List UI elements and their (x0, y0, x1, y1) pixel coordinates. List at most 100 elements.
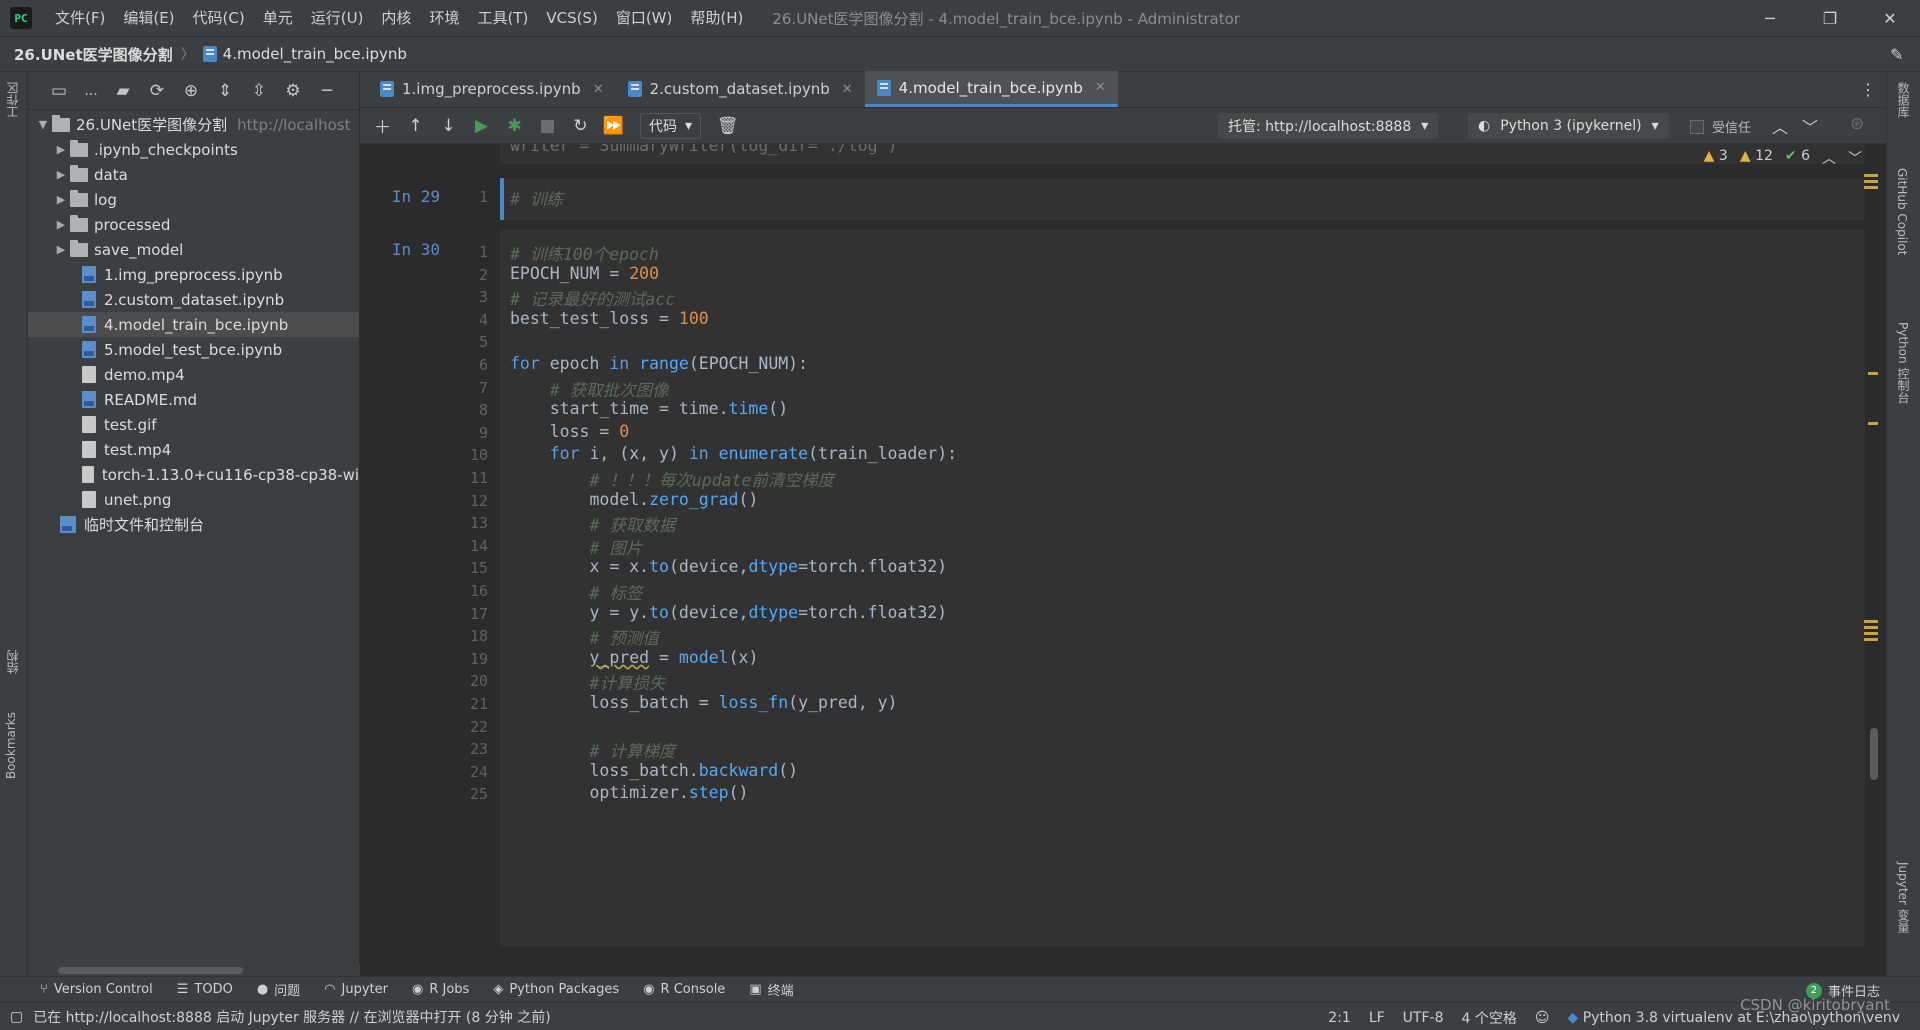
terminal-tool[interactable]: ▣ 终端 (749, 980, 793, 999)
menu-tools[interactable]: 工具(T) (468, 0, 537, 36)
breadcrumb-file[interactable]: 4.model_train_bce.ipynb (202, 45, 407, 63)
jupyter-variables-tab[interactable]: Jupyter 变量 (1895, 862, 1912, 933)
menu-code[interactable]: 代码(C) (184, 0, 254, 36)
debug-icon[interactable]: ✱ (498, 111, 531, 141)
chevron-down-icon[interactable]: ﹀ (1802, 114, 1818, 138)
code-line[interactable]: loss = 0 (510, 422, 629, 441)
menu-edit[interactable]: 编辑(E) (114, 0, 183, 36)
view-mode-dropdown[interactable]: ... (76, 77, 106, 105)
trusted-checkbox[interactable] (1690, 119, 1704, 134)
tree-file[interactable]: 2.custom_dataset.ipynb (28, 287, 359, 312)
close-icon[interactable]: ✕ (1095, 80, 1106, 95)
menu-file[interactable]: 文件(F) (46, 0, 114, 36)
structure-tab[interactable]: 结构 (4, 650, 21, 674)
trash-icon[interactable]: 🗑 (711, 111, 744, 141)
more-vertical-icon[interactable]: ⋮ (1860, 80, 1876, 99)
chevron-up-icon[interactable]: ︿ (1772, 114, 1788, 138)
chevron-right-icon[interactable]: ▶ (52, 218, 70, 231)
jupyter-tool[interactable]: ◠ Jupyter (324, 982, 388, 997)
menu-run[interactable]: 运行(U) (302, 0, 373, 36)
python-packages-tool[interactable]: ◈ Python Packages (493, 982, 619, 997)
tree-root[interactable]: ▼ 26.UNet医学图像分割 http://localhost (28, 112, 359, 137)
project-horizontal-scrollbar[interactable] (28, 964, 360, 976)
cell-29-code[interactable]: # 训练 (510, 186, 563, 210)
tree-file[interactable]: demo.mp4 (28, 362, 359, 387)
code-line[interactable]: optimizer.step() (510, 783, 748, 802)
menu-kernel[interactable]: 内核 (372, 0, 420, 36)
close-button[interactable]: ✕ (1860, 0, 1920, 36)
code-line[interactable]: best_test_loss = 100 (510, 309, 709, 328)
locate-icon[interactable]: ⊕ (174, 77, 208, 105)
collapse-all-icon[interactable]: ⇳ (242, 77, 276, 105)
hide-icon[interactable]: ─ (310, 77, 344, 105)
code-line[interactable]: # ！！！每次update前清空梯度 (510, 467, 833, 491)
tab-model-train-bce[interactable]: 4.model_train_bce.ipynb ✕ (864, 71, 1118, 107)
restart-kernel-icon[interactable]: ↻ (564, 111, 597, 141)
workspace-tab[interactable]: 工作区 (4, 82, 21, 118)
gear-icon[interactable]: ⚙ (276, 77, 310, 105)
tree-file[interactable]: unet.png (28, 487, 359, 512)
cell-type-select[interactable]: 代码 ▾ (640, 112, 702, 139)
editor-scrollbar[interactable] (1864, 144, 1882, 946)
bookmarks-tab[interactable]: Bookmarks (4, 712, 18, 779)
r-jobs-tool[interactable]: ◉ R Jobs (412, 982, 469, 997)
code-line[interactable]: # 标签 (510, 580, 642, 604)
tree-scratches[interactable]: 临时文件和控制台 (28, 512, 359, 537)
chevron-right-icon[interactable]: ▶ (52, 143, 70, 156)
tree-file[interactable]: 5.model_test_bce.ipynb (28, 337, 359, 362)
code-line[interactable]: loss_batch.backward() (510, 761, 798, 780)
run-cell-icon[interactable]: ▶ (465, 111, 498, 141)
tree-file[interactable]: test.gif (28, 412, 359, 437)
restore-button[interactable]: ❐ (1800, 0, 1860, 36)
chevron-right-icon[interactable]: ▶ (52, 168, 70, 181)
globe-icon[interactable]: ⊛ (1850, 114, 1864, 134)
code-line[interactable]: # 获取批次图像 (510, 377, 669, 401)
edit-icon[interactable]: ✎ (1890, 45, 1908, 64)
menu-vcs[interactable]: VCS(S) (537, 0, 606, 36)
trusted-toggle[interactable]: 受信任 (1690, 117, 1751, 136)
code-line[interactable]: y_pred = model(x) (510, 648, 758, 667)
tree-folder[interactable]: ▶ save_model (28, 237, 359, 262)
tree-file-selected[interactable]: 4.model_train_bce.ipynb (28, 312, 359, 337)
stop-icon[interactable]: ■ (531, 111, 564, 141)
code-line[interactable]: #计算损失 (510, 670, 665, 694)
expand-all-icon[interactable]: ⇕ (208, 77, 242, 105)
tab-img-preprocess[interactable]: 1.img_preprocess.ipynb ✕ (368, 71, 616, 107)
code-line[interactable]: # 图片 (510, 535, 642, 559)
code-line[interactable]: # 预测值 (510, 625, 658, 649)
code-line[interactable]: # 训练100个epoch (510, 241, 659, 265)
chevron-right-icon[interactable]: ▶ (52, 243, 70, 256)
line-separator[interactable]: LF (1369, 1010, 1385, 1026)
indent-setting[interactable]: 4 个空格 (1461, 1008, 1516, 1028)
code-line[interactable]: for epoch in range(EPOCH_NUM): (510, 354, 808, 373)
code-line[interactable]: x = x.to(device,dtype=torch.float32) (510, 557, 947, 576)
tree-file[interactable]: test.mp4 (28, 437, 359, 462)
tree-file[interactable]: README.md (28, 387, 359, 412)
kernel-select[interactable]: ◐ Python 3 (ipykernel) ▾ (1468, 113, 1669, 139)
tree-file[interactable]: torch-1.13.0+cu116-cp38-cp38-wi (28, 462, 359, 487)
tree-file[interactable]: 1.img_preprocess.ipynb (28, 262, 359, 287)
chevron-down-icon[interactable]: ﹀ (1848, 148, 1862, 168)
breadcrumb-project[interactable]: 26.UNet医学图像分割 (14, 44, 173, 65)
code-line[interactable]: start_time = time.time() (510, 399, 788, 418)
code-line[interactable]: y = y.to(device,dtype=torch.float32) (510, 603, 947, 622)
todo-tool[interactable]: ☰ TODO (177, 982, 233, 997)
code-line[interactable]: loss_batch = loss_fn(y_pred, y) (510, 693, 897, 712)
jupyter-host-select[interactable]: 托管: http://localhost:8888 ▾ (1218, 113, 1439, 139)
sync-icon[interactable]: ⟳ (140, 77, 174, 105)
menu-help[interactable]: 帮助(H) (681, 0, 752, 36)
tree-folder[interactable]: ▶ data (28, 162, 359, 187)
code-line[interactable]: # 获取数据 (510, 512, 675, 536)
python-console-tab[interactable]: Python 控制台 (1895, 322, 1912, 403)
chevron-up-icon[interactable]: ︿ (1822, 148, 1836, 168)
problems-tool[interactable]: ● 问题 (257, 980, 300, 999)
tree-folder[interactable]: ▶ log (28, 187, 359, 212)
add-cell-icon[interactable]: ＋ (366, 111, 399, 141)
chevron-down-icon[interactable]: ▼ (34, 118, 52, 131)
move-down-icon[interactable]: ↓ (432, 111, 465, 141)
caret-position[interactable]: 2:1 (1328, 1010, 1351, 1026)
move-up-icon[interactable]: ↑ (399, 111, 432, 141)
code-line[interactable]: # 记录最好的测试acc (510, 286, 675, 310)
chevron-right-icon[interactable]: ▶ (52, 193, 70, 206)
menu-environment[interactable]: 环境 (420, 0, 468, 36)
